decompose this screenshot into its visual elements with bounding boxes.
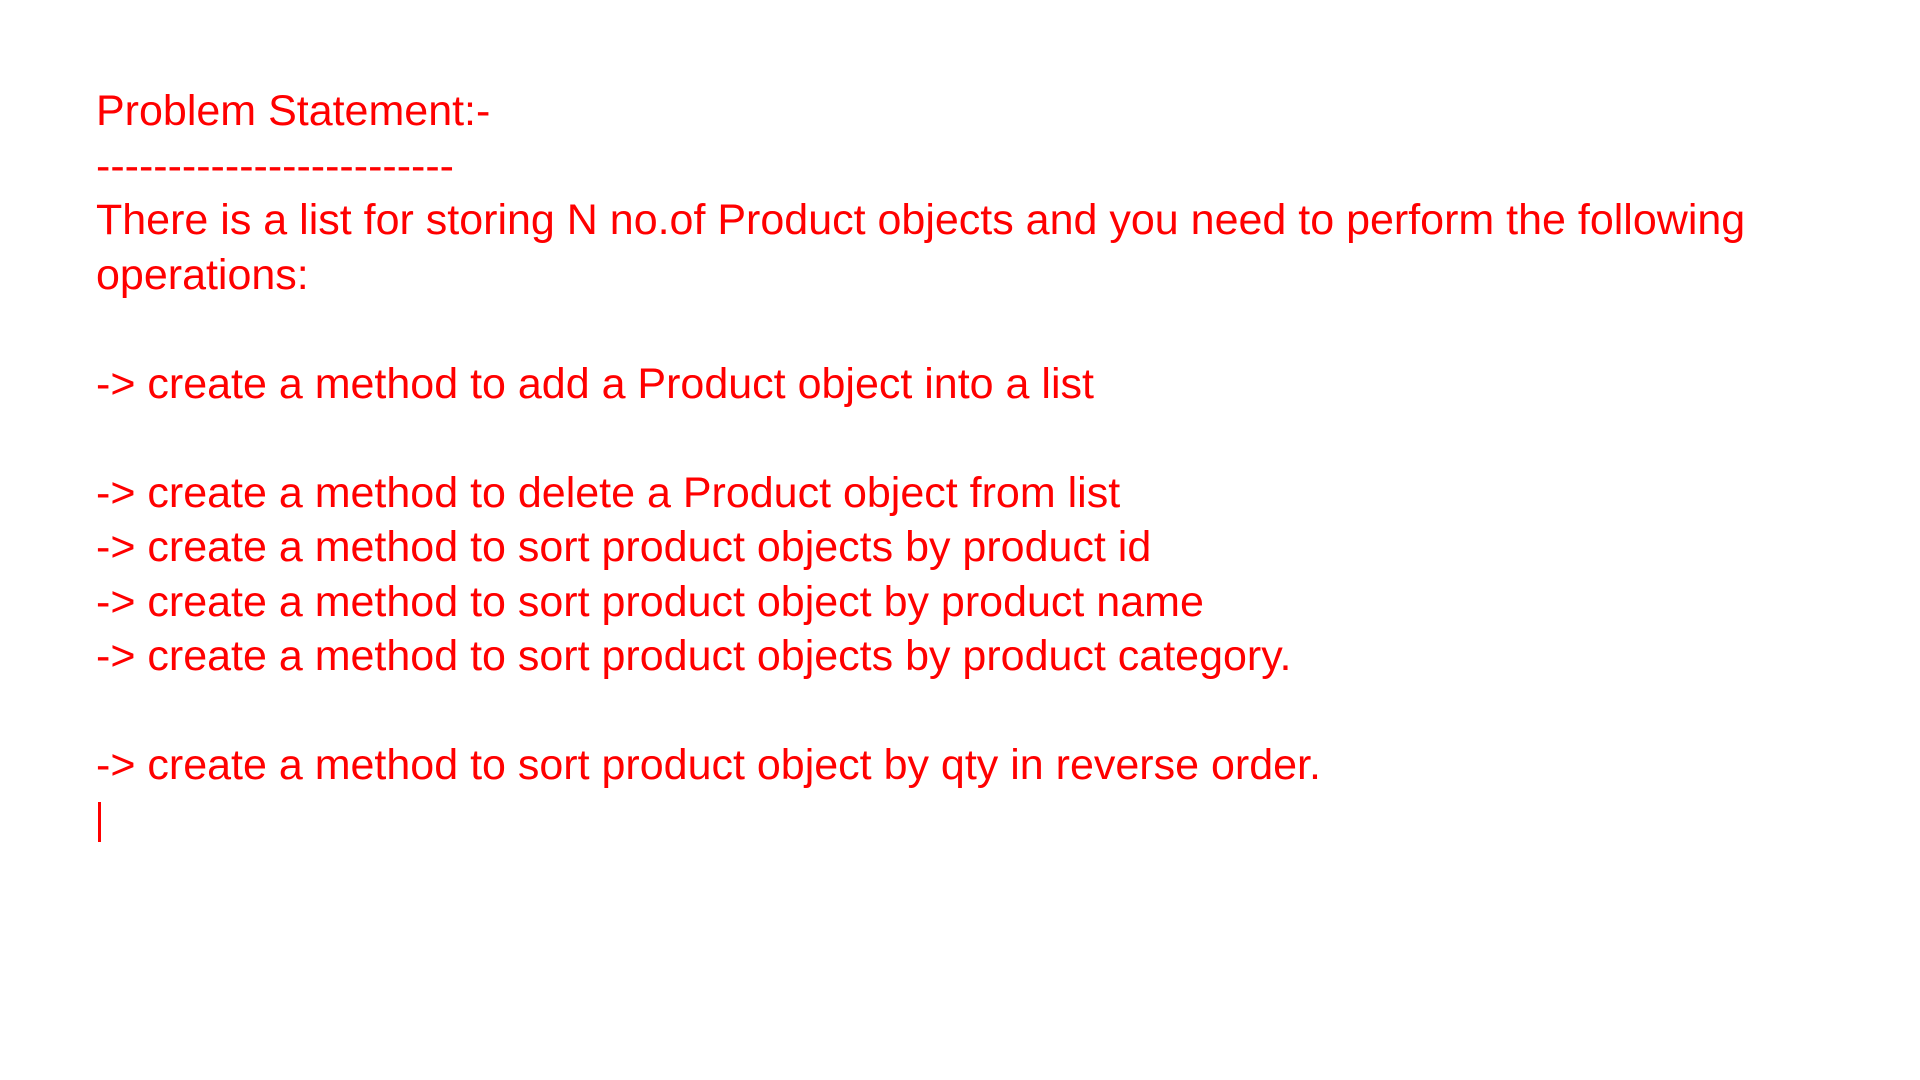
list-item-sort-name: -> create a method to sort product objec… bbox=[96, 577, 1204, 626]
problem-heading: Problem Statement:- bbox=[96, 87, 491, 135]
cursor-line[interactable] bbox=[96, 793, 1896, 848]
intro-line-2: operations: bbox=[96, 250, 309, 299]
document-body[interactable]: Problem Statement:- --------------------… bbox=[96, 84, 1896, 847]
list-item-sort-id: -> create a method to sort product objec… bbox=[96, 523, 1152, 571]
intro-line-1: There is a list for storing N no.of Prod… bbox=[96, 196, 1746, 244]
list-item-sort-category: -> create a method to sort product objec… bbox=[96, 632, 1292, 680]
list-item-delete: -> create a method to delete a Product o… bbox=[96, 468, 1121, 517]
list-item-add: -> create a method to add a Product obje… bbox=[96, 359, 1094, 408]
heading-separator: ------------------------- bbox=[96, 141, 454, 190]
list-item-sort-qty: -> create a method to sort product objec… bbox=[96, 741, 1321, 789]
text-cursor bbox=[98, 802, 101, 843]
